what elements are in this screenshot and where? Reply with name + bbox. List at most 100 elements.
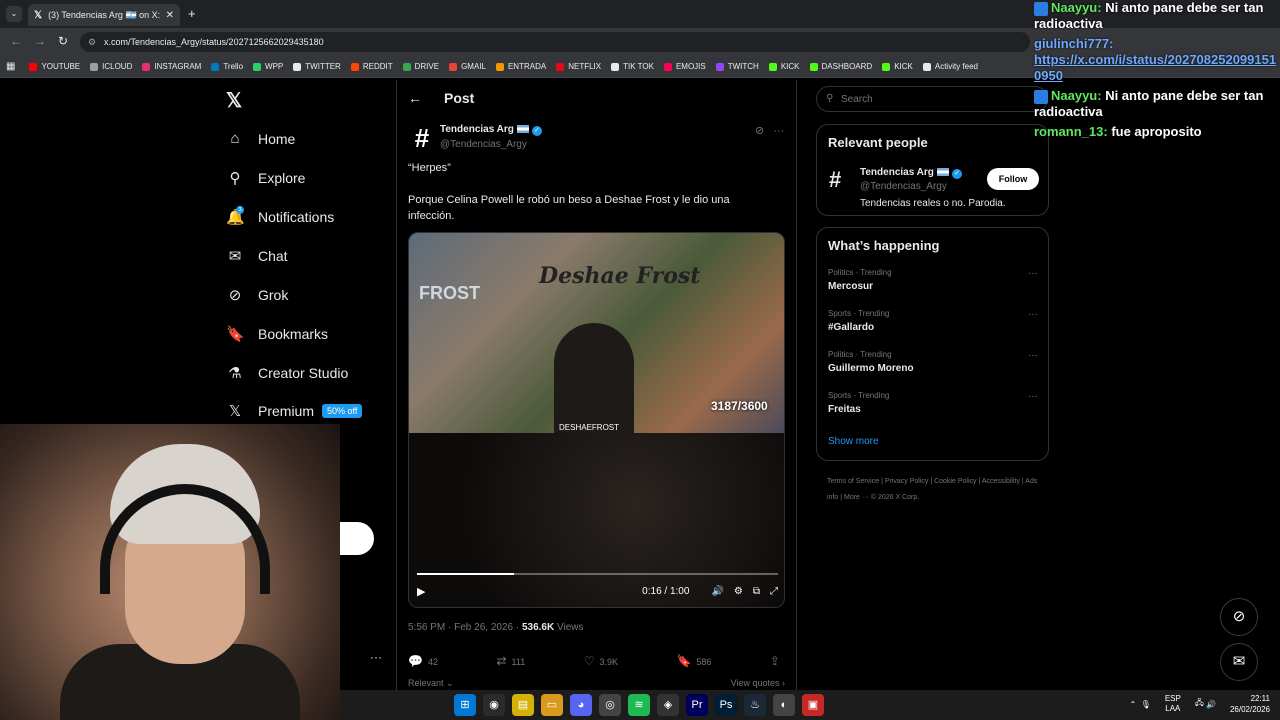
windows-start-icon[interactable]: ⊞ — [454, 694, 476, 716]
bookmark-item[interactable]: Trello — [211, 62, 243, 71]
language-indicator[interactable]: ESP LAA — [1165, 694, 1181, 714]
file-explorer-taskbar-icon[interactable]: ▭ — [541, 694, 563, 716]
bookmark-item[interactable]: ICLOUD — [90, 62, 132, 71]
forward-icon[interactable]: → — [34, 34, 46, 48]
relevant-person-name[interactable]: Tendencias Arg — [860, 167, 934, 178]
video-progress-bar[interactable] — [417, 573, 778, 575]
view-quotes-link[interactable]: View quotes › — [731, 678, 785, 689]
author-avatar[interactable]: # — [408, 124, 436, 152]
bookmark-item[interactable]: TWITCH — [715, 62, 759, 71]
bookmark-item[interactable]: YOUTUBE — [29, 62, 80, 71]
sticky-notes-taskbar-icon[interactable]: ▤ — [512, 694, 534, 716]
relevant-sort-button[interactable]: Relevant ⌄ — [408, 678, 454, 689]
system-clock[interactable]: 22:11 26/02/2026 — [1230, 693, 1270, 715]
bookmark-favicon-icon — [922, 62, 931, 71]
post-timestamp[interactable]: 5:56 PM · Feb 26, 2026 · — [408, 622, 522, 633]
close-tab-icon[interactable]: ✕ — [166, 10, 174, 21]
new-tab-button[interactable]: + — [188, 6, 196, 21]
bookmark-item[interactable]: TWITTER — [293, 62, 341, 71]
chat-username: romann_13: — [1034, 124, 1108, 139]
bookmark-item[interactable]: INSTAGRAM — [142, 62, 201, 71]
premiere-taskbar-icon[interactable]: Pr — [686, 694, 708, 716]
author-handle[interactable]: @Tendencias_Argy — [440, 139, 542, 150]
bookmark-item[interactable]: KICK — [882, 62, 913, 71]
play-icon[interactable]: ▶ — [417, 585, 425, 598]
photoshop-taskbar-icon[interactable]: Ps — [715, 694, 737, 716]
x-logo-icon[interactable]: 𝕏 — [226, 88, 242, 113]
like-button[interactable]: ♡ 3.9K — [584, 654, 618, 668]
bookmark-button[interactable]: 🔖 586 — [676, 654, 711, 668]
reload-icon[interactable]: ↻ — [58, 34, 68, 48]
volume-tray-icon[interactable]: 🔊 — [1206, 700, 1216, 709]
back-icon[interactable]: ← — [10, 34, 22, 48]
post-button-partial[interactable] — [340, 522, 374, 555]
chrome-taskbar-icon[interactable]: ◉ — [483, 694, 505, 716]
bookmark-item[interactable]: DRIVE — [402, 62, 439, 71]
obs-taskbar-icon[interactable]: ◎ — [599, 694, 621, 716]
steam-taskbar-icon[interactable]: ♨ — [744, 694, 766, 716]
bookmark-item[interactable]: WPP — [253, 62, 283, 71]
volume-icon[interactable]: 🔊 — [711, 586, 723, 597]
more-options-icon[interactable]: ··· — [773, 125, 784, 137]
bookmark-item[interactable]: REDDIT — [350, 62, 393, 71]
bookmark-item[interactable]: NETFLIX — [556, 62, 601, 71]
microphone-icon[interactable]: 🎙 — [1141, 700, 1151, 709]
bookmark-item[interactable]: ENTRADA — [495, 62, 546, 71]
back-arrow-icon[interactable]: ← — [408, 90, 422, 106]
trend-more-icon[interactable]: ··· — [1028, 391, 1038, 402]
grok-fab-icon[interactable]: ⊘ — [1220, 598, 1258, 636]
trend-item[interactable]: Politics · Trending Guillermo Moreno ··· — [828, 350, 1038, 374]
tray-overflow-icon[interactable]: ⌃ — [1130, 700, 1137, 709]
fullscreen-icon[interactable]: ⤢ — [770, 586, 778, 597]
trend-item[interactable]: Sports · Trending Freitas ··· — [828, 391, 1038, 415]
sidebar-item-chat[interactable]: ✉ Chat — [226, 247, 288, 265]
grok-icon[interactable]: ⊘ — [755, 125, 764, 137]
follow-button[interactable]: Follow — [987, 168, 1039, 190]
bookmark-item[interactable]: TIK TOK — [611, 62, 654, 71]
share-button[interactable]: ⇪ — [770, 654, 785, 668]
sidebar-item-grok[interactable]: ⊘ Grok — [226, 286, 289, 304]
sidebar-item-explore[interactable]: ⚲ Explore — [226, 169, 306, 187]
network-icon[interactable]: 🖧 — [1195, 697, 1204, 711]
apps-grid-icon[interactable]: ▦ — [6, 61, 15, 72]
chat-text[interactable]: https://x.com/i/status/20270825209915109… — [1034, 52, 1276, 83]
settings-icon[interactable]: ⚙ — [734, 586, 743, 597]
pip-icon[interactable]: ⧉ — [753, 586, 760, 597]
bookmark-item[interactable]: EMOJIS — [663, 62, 706, 71]
sidebar-item-premium[interactable]: 𝕏 Premium 50% off — [226, 402, 363, 420]
relevant-person-avatar[interactable]: # — [829, 167, 841, 193]
trend-item[interactable]: Politics · Trending Mercosur ··· — [828, 268, 1038, 292]
repost-button[interactable]: ⇄ 111 — [496, 654, 525, 668]
footer-links[interactable]: Terms of Service | Privacy Policy | Cook… — [827, 474, 1047, 506]
bookmark-favicon-icon — [882, 62, 891, 71]
app-taskbar-icon[interactable]: ◈ — [657, 694, 679, 716]
author-name[interactable]: Tendencias Arg — [440, 124, 514, 135]
author-block[interactable]: Tendencias Arg ✓ @Tendencias_Argy — [440, 124, 542, 150]
trend-more-icon[interactable]: ··· — [1028, 309, 1038, 320]
app3-taskbar-icon[interactable]: ▣ — [802, 694, 824, 716]
bookmark-item[interactable]: GMAIL — [449, 62, 486, 71]
site-info-icon[interactable]: ⚙ — [88, 37, 96, 48]
account-more-icon[interactable]: ··· — [370, 650, 382, 664]
sidebar-item-creator-studio[interactable]: ⚗ Creator Studio — [226, 364, 348, 382]
discord-taskbar-icon[interactable]: ◕ — [570, 694, 592, 716]
address-bar[interactable]: ⚙ x.com/Tendencias_Argy/status/202712566… — [80, 32, 1030, 52]
messages-fab-icon[interactable]: ✉ — [1220, 643, 1258, 681]
tab-search-button[interactable]: ⌄ — [6, 6, 22, 22]
reply-button[interactable]: 💬 42 — [408, 654, 438, 668]
app2-taskbar-icon[interactable]: ◐ — [773, 694, 795, 716]
bookmark-item[interactable]: DASHBOARD — [809, 62, 872, 71]
search-input[interactable]: ⚲ Search — [816, 86, 1048, 112]
trend-more-icon[interactable]: ··· — [1028, 268, 1038, 279]
bookmark-item[interactable]: Activity feed — [922, 62, 978, 71]
sidebar-item-bookmarks[interactable]: 🔖 Bookmarks — [226, 325, 328, 343]
browser-tab[interactable]: 𝕏 (3) Tendencias Arg 🇦🇷 on X: ""H ✕ — [28, 4, 180, 26]
bookmark-item[interactable]: KICK — [768, 62, 800, 71]
relevant-person-info[interactable]: Tendencias Arg ✓ @Tendencias_Argy Tendenc… — [860, 167, 1006, 209]
trend-item[interactable]: Sports · Trending #Gallardo ··· — [828, 309, 1038, 333]
sidebar-item-home[interactable]: ⌂ Home — [226, 130, 295, 147]
show-more-link[interactable]: Show more — [828, 436, 879, 447]
spotify-taskbar-icon[interactable]: ≋ — [628, 694, 650, 716]
video-player[interactable]: FROST Deshae Frost 3187/3600 DESHAEFROST… — [408, 232, 785, 608]
trend-more-icon[interactable]: ··· — [1028, 350, 1038, 361]
